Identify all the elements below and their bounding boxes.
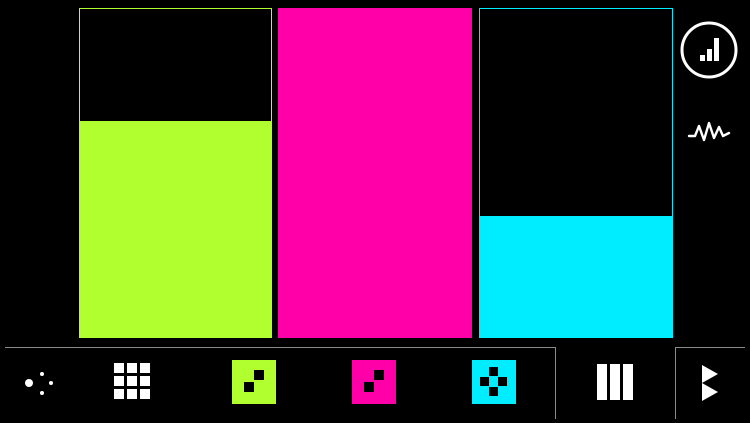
play-button[interactable]: [690, 360, 730, 406]
lime-bar-fill: [80, 120, 271, 337]
columns-icon: [597, 364, 633, 400]
waveform-mode-button[interactable]: [684, 115, 734, 147]
columns-button[interactable]: [590, 360, 640, 404]
waveform-icon: [687, 121, 731, 142]
magenta-bar[interactable]: [278, 8, 472, 338]
play-icon: [702, 365, 718, 401]
lime-pattern-icon: [232, 360, 276, 404]
dots-button[interactable]: [10, 362, 60, 402]
cyan-bar-fill: [480, 215, 672, 337]
cyan-bar[interactable]: [479, 8, 673, 338]
magenta-pattern-button[interactable]: [352, 360, 396, 404]
magenta-bar-fill: [279, 9, 471, 337]
lime-bar[interactable]: [79, 8, 272, 338]
grid-button[interactable]: [108, 358, 158, 406]
cyan-pattern-icon: [472, 360, 516, 404]
levels-mode-button[interactable]: [679, 20, 739, 80]
cyan-pattern-button[interactable]: [472, 360, 516, 404]
dots-icon: [25, 372, 53, 395]
play-area-divider: [675, 347, 676, 419]
toolbar-divider: [555, 347, 556, 419]
bar-chart-icon: [680, 21, 738, 79]
grid-icon: [114, 363, 150, 399]
play-area-top-border: [675, 347, 745, 348]
magenta-pattern-icon: [352, 360, 396, 404]
lime-pattern-button[interactable]: [232, 360, 276, 404]
toolbar-top-border: [5, 347, 555, 348]
